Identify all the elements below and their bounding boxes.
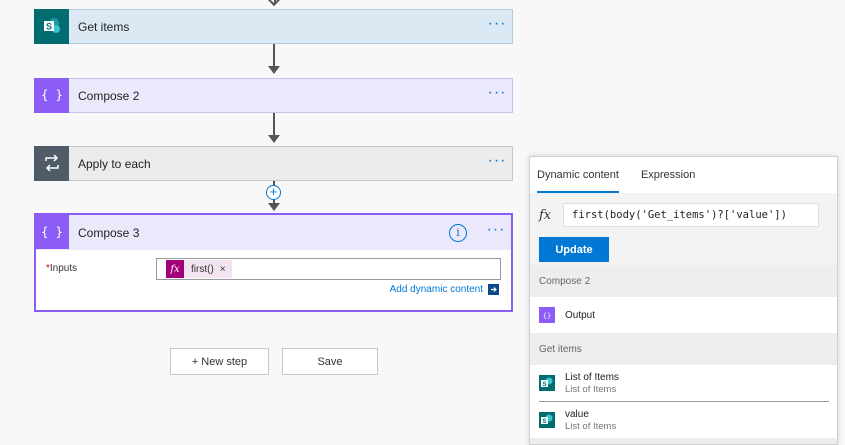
more-options-button[interactable]: ··· xyxy=(482,15,512,35)
function-icon: fx xyxy=(166,260,184,278)
tab-dynamic-content[interactable]: Dynamic content xyxy=(537,157,619,193)
dynamic-item-subtitle: List of Items xyxy=(565,420,617,432)
loop-icon xyxy=(34,145,69,181)
expression-area: fx first(body('Get_items')?['value']) Up… xyxy=(530,193,837,265)
insert-step-button[interactable]: + xyxy=(266,185,281,200)
dynamic-item-output[interactable]: {} Output xyxy=(530,297,837,333)
arrow-down-icon xyxy=(268,66,280,74)
dynamic-item-title: value xyxy=(565,408,589,420)
inputs-label-text: Inputs xyxy=(49,263,78,274)
svg-text:{}: {} xyxy=(543,312,551,320)
add-dynamic-content-link[interactable]: Add dynamic content xyxy=(390,284,499,295)
dynamic-content-icon xyxy=(488,284,499,295)
connector-line xyxy=(273,113,275,135)
compose-icon: { } xyxy=(34,214,69,249)
sharepoint-icon: S xyxy=(539,412,555,428)
card-title: Apply to each xyxy=(78,156,151,171)
info-icon[interactable]: i xyxy=(449,223,467,242)
dynamic-item-title: List of Items xyxy=(565,371,619,383)
new-step-button[interactable]: + New step xyxy=(170,348,269,375)
arrow-down-icon xyxy=(266,0,282,7)
expression-input[interactable]: first(body('Get_items')?['value']) xyxy=(563,203,819,227)
inputs-field[interactable]: fx first() × xyxy=(156,258,501,280)
svg-text:S: S xyxy=(542,419,546,425)
compose-icon: {} xyxy=(539,307,555,323)
arrow-down-icon xyxy=(268,135,280,143)
inputs-label: *Inputs xyxy=(46,263,77,274)
svg-text:S: S xyxy=(45,22,51,32)
more-options-button[interactable]: ··· xyxy=(482,152,512,172)
action-card-get-items[interactable]: S Get items ··· xyxy=(34,8,513,44)
action-card-compose-2[interactable]: { } Compose 2 ··· xyxy=(34,77,513,113)
compose-icon: { } xyxy=(34,77,69,113)
svg-text:{ }: { } xyxy=(42,225,62,239)
sharepoint-icon: S xyxy=(34,8,69,44)
add-dynamic-content-label: Add dynamic content xyxy=(389,284,483,295)
section-header: Compose 2 xyxy=(530,265,837,297)
dynamic-content-panel: Dynamic content Expression fx first(body… xyxy=(529,156,838,445)
svg-text:{ }: { } xyxy=(42,88,62,102)
save-button[interactable]: Save xyxy=(282,348,378,375)
section-header: Get items xyxy=(530,333,837,365)
expression-token[interactable]: fx first() × xyxy=(166,260,232,278)
update-button[interactable]: Update xyxy=(539,237,609,262)
tab-expression[interactable]: Expression xyxy=(641,157,695,193)
card-title: Get items xyxy=(78,19,130,34)
remove-token-button[interactable]: × xyxy=(220,264,226,275)
card-title: Compose 3 xyxy=(78,225,140,240)
connector-line xyxy=(273,44,275,66)
dynamic-item-value[interactable]: S value List of Items xyxy=(530,402,837,438)
action-card-apply-to-each[interactable]: Apply to each ··· xyxy=(34,145,513,181)
dynamic-item-title: Output xyxy=(565,309,596,321)
action-card-compose-3[interactable]: { } Compose 3 i ··· *Inputs fx first() ×… xyxy=(34,213,513,312)
panel-tabs: Dynamic content Expression xyxy=(530,157,837,193)
dynamic-item-list-of-items[interactable]: S List of Items List of Items xyxy=(530,365,837,401)
function-icon: fx xyxy=(539,207,552,223)
more-options-button[interactable]: ··· xyxy=(482,84,512,104)
arrow-down-icon xyxy=(268,203,280,211)
svg-text:S: S xyxy=(542,382,546,388)
sharepoint-icon: S xyxy=(539,375,555,391)
token-label: first() xyxy=(191,263,214,275)
section-footer xyxy=(530,438,837,444)
dynamic-item-subtitle: List of Items xyxy=(565,383,617,395)
card-title: Compose 2 xyxy=(78,88,140,103)
more-options-button[interactable]: ··· xyxy=(481,221,511,245)
